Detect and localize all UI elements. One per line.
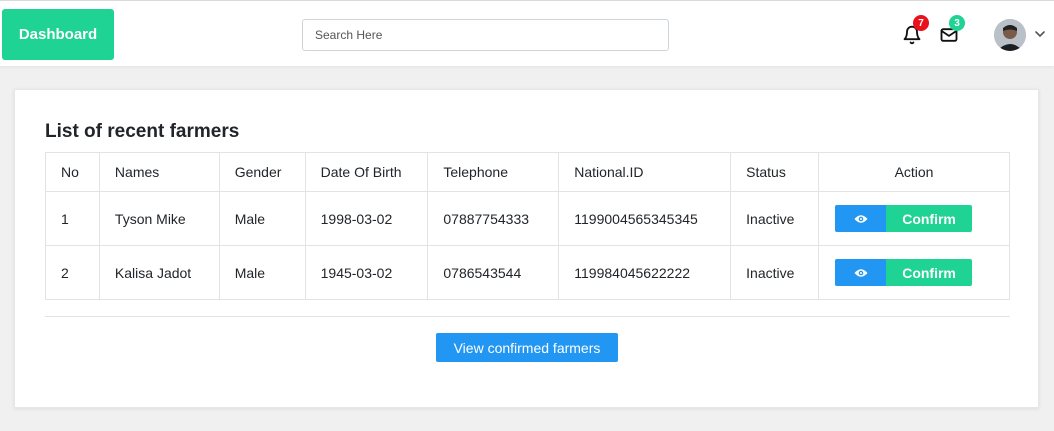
table-row: 1 Tyson Mike Male 1998-03-02 07887754333… [45,191,1010,246]
table-row: 2 Kalisa Jadot Male 1945-03-02 078654354… [45,245,1010,300]
column-header-date-of-birth: Date Of Birth [304,152,429,192]
column-header-national-id: National.ID [558,152,732,192]
user-photo-icon [994,19,1026,51]
cell-telephone: 0786543544 [427,245,560,300]
eye-icon [854,214,868,223]
messages-button[interactable]: 3 [936,15,965,46]
eye-icon [854,268,868,277]
top-navbar: Dashboard 7 3 [0,0,1054,66]
cell-action: Confirm [818,245,1010,300]
cell-dob: 1998-03-02 [304,191,429,246]
search-input[interactable] [302,19,669,51]
table-header-row: No Names Gender Date Of Birth Telephone … [45,152,1010,192]
row-actions: Confirm [835,205,973,232]
column-header-names: Names [98,152,220,192]
column-header-action: Action [818,152,1010,192]
view-farmer-button[interactable] [835,205,887,232]
view-confirmed-farmers-button[interactable]: View confirmed farmers [436,333,618,362]
cell-no: 2 [45,245,100,300]
cell-gender: Male [218,191,306,246]
cell-dob: 1945-03-02 [304,245,429,300]
cell-status: Inactive [730,245,820,300]
cell-name: Tyson Mike [98,191,220,246]
confirm-farmer-button[interactable]: Confirm [886,205,973,232]
notifications-count-badge: 7 [913,15,929,31]
column-header-telephone: Telephone [427,152,560,192]
recent-farmers-card: List of recent farmers No Names Gender D… [14,89,1039,408]
row-actions: Confirm [835,259,973,286]
user-avatar[interactable] [994,19,1026,51]
dashboard-brand-button[interactable]: Dashboard [2,9,114,60]
cell-action: Confirm [818,191,1010,246]
column-header-gender: Gender [218,152,306,192]
column-header-status: Status [730,152,820,192]
notifications-button[interactable]: 7 [899,15,929,46]
view-farmer-button[interactable] [835,259,887,286]
cell-status: Inactive [730,191,820,246]
confirm-farmer-button[interactable]: Confirm [886,259,973,286]
farmers-table: No Names Gender Date Of Birth Telephone … [45,152,1010,300]
cell-name: Kalisa Jadot [98,245,220,300]
chevron-down-icon[interactable] [1034,28,1046,40]
divider [45,316,1010,317]
cell-national-id: 119984045622222 [558,245,732,300]
column-header-no: No [45,152,100,192]
cell-gender: Male [218,245,306,300]
cell-no: 1 [45,191,100,246]
cell-telephone: 07887754333 [427,191,560,246]
messages-count-badge: 3 [949,15,965,31]
page-title: List of recent farmers [45,121,240,142]
cell-national-id: 1199004565345345 [558,191,732,246]
